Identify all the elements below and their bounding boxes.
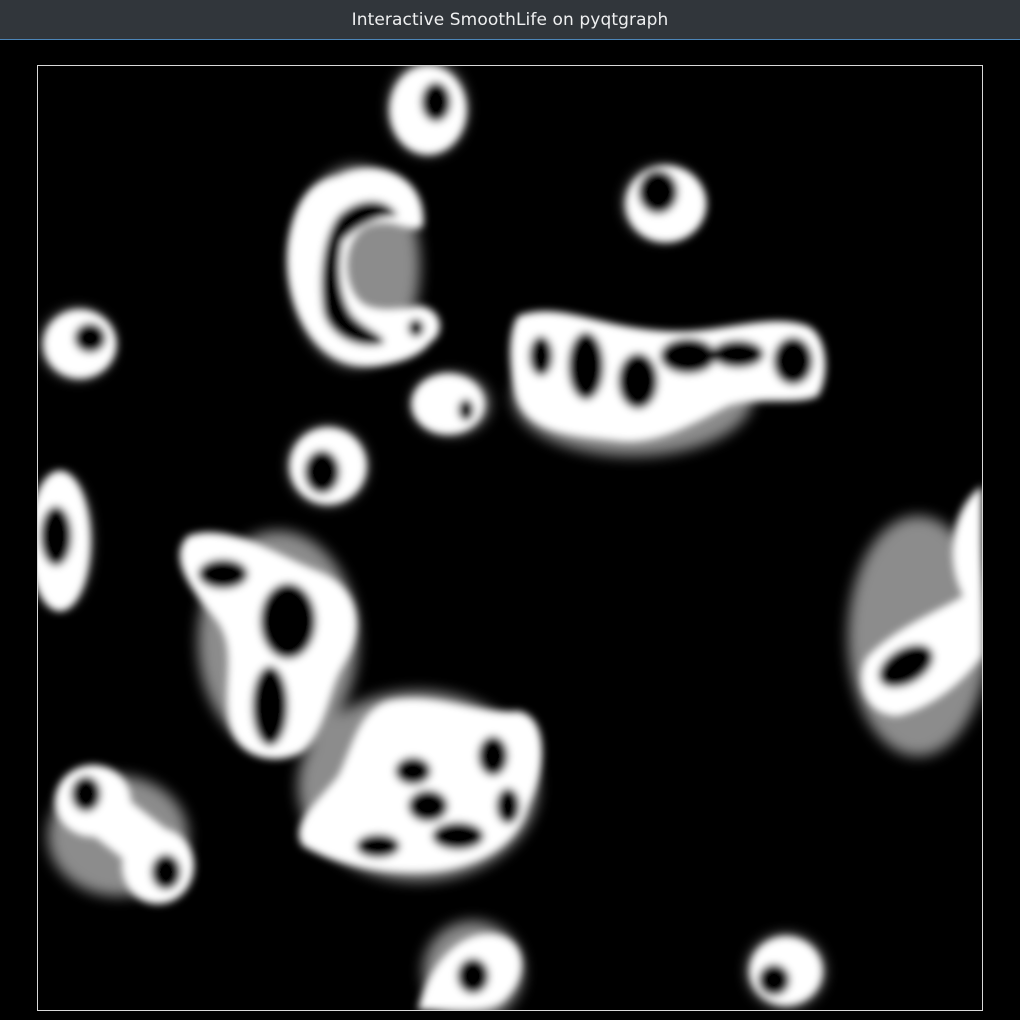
- window-titlebar[interactable]: Interactive SmoothLife on pyqtgraph: [0, 0, 1020, 40]
- app-window: Interactive SmoothLife on pyqtgraph: [0, 0, 1020, 1020]
- cell-blob: [390, 66, 466, 154]
- smoothlife-image[interactable]: [38, 66, 982, 1010]
- window-title: Interactive SmoothLife on pyqtgraph: [351, 9, 669, 30]
- cell-blob: [626, 166, 706, 242]
- cell-blob: [290, 428, 366, 504]
- cell-blob: [44, 310, 116, 378]
- cell-blob: [750, 937, 822, 1005]
- image-viewbox[interactable]: [37, 65, 983, 1011]
- plot-area: [0, 41, 1020, 1020]
- cell-blob: [412, 374, 484, 434]
